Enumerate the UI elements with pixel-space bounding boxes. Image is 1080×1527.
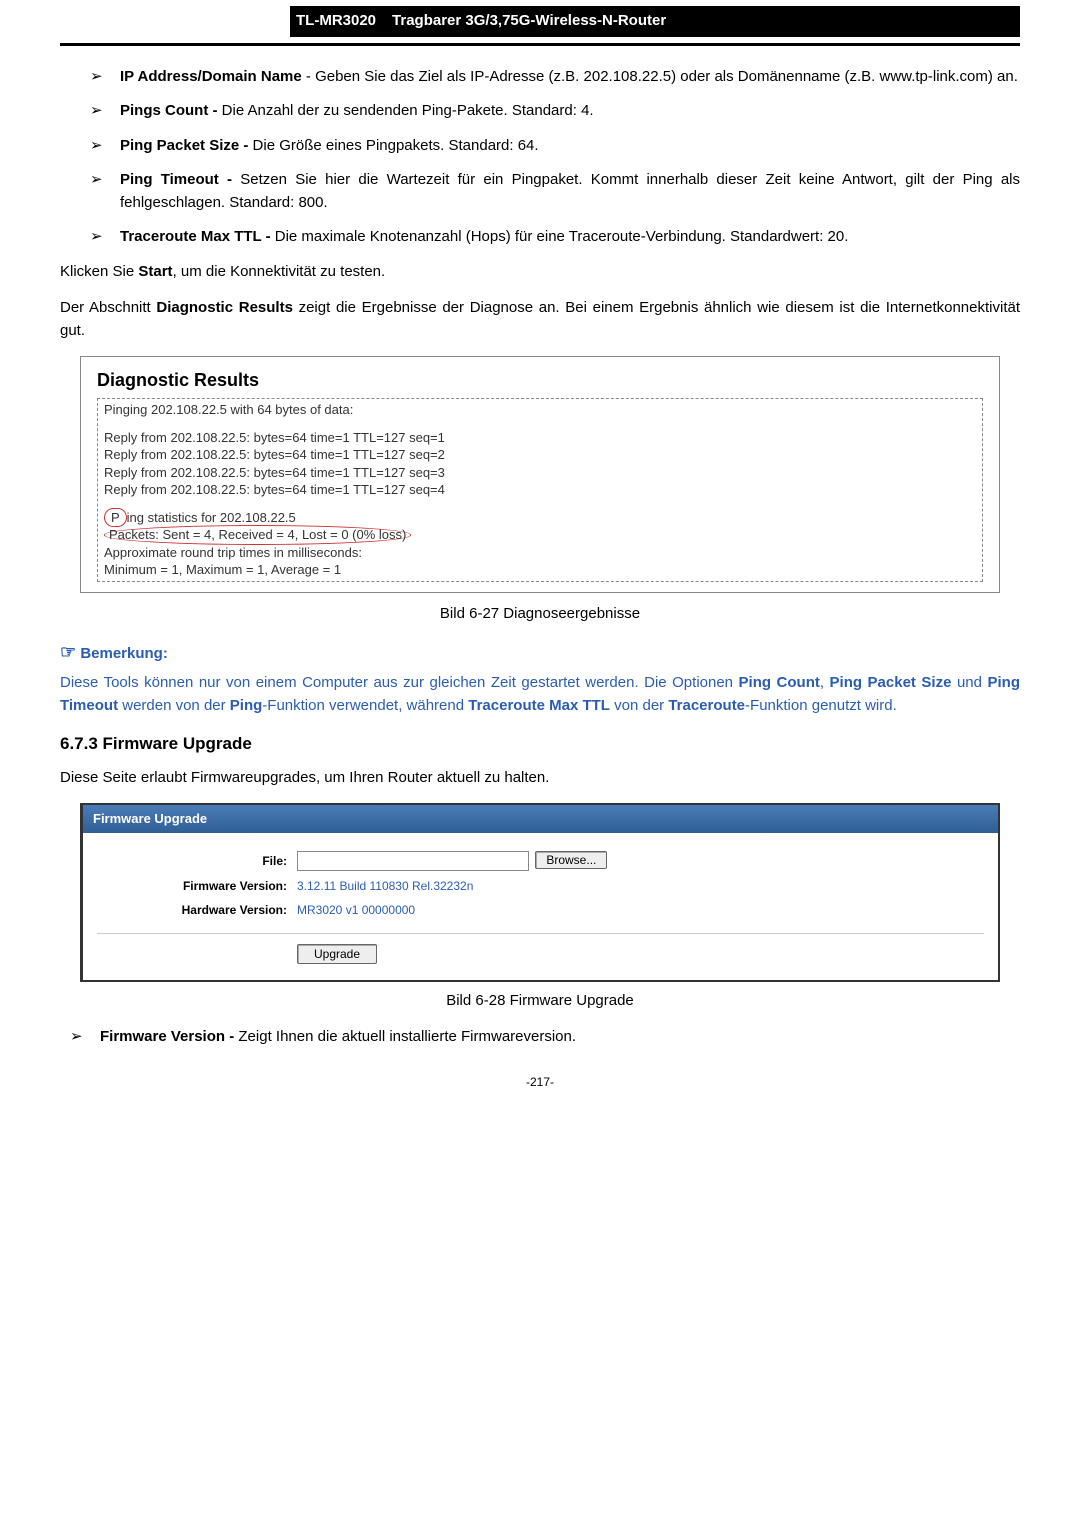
highlight-oval: Packets: Sent = 4, Received = 4, Lost = …	[104, 525, 411, 545]
diag-line: Approximate round trip times in millisec…	[104, 544, 976, 562]
text: -Funktion genutzt wird.	[745, 697, 897, 714]
text: und	[951, 674, 987, 691]
list-item: Ping Timeout - Setzen Sie hier die Warte…	[90, 169, 1020, 214]
diag-line: Reply from 202.108.22.5: bytes=64 time=1…	[104, 481, 976, 499]
paragraph: Klicken Sie Start, um die Konnektivität …	[60, 261, 1020, 284]
figure-caption: Bild 6-28 Firmware Upgrade	[60, 990, 1020, 1013]
list-item: Traceroute Max TTL - Die maximale Knoten…	[90, 226, 1020, 249]
firmware-panel-title: Firmware Upgrade	[83, 805, 998, 833]
pointing-hand-icon: ☞	[60, 642, 76, 662]
highlight-oval: Ping statistics for 202.108.22.5	[104, 508, 127, 528]
term-text: - Geben Sie das Ziel als IP-Adresse (z.B…	[302, 68, 1018, 85]
list-item: Firmware Version - Zeigt Ihnen die aktue…	[70, 1026, 1020, 1049]
term-text: Zeigt Ihnen die aktuell installierte Fir…	[234, 1028, 576, 1045]
bold-text: Ping Packet Size	[830, 674, 952, 691]
term-text: Die Anzahl der zu sendenden Ping-Pakete.…	[218, 102, 594, 119]
list-item: IP Address/Domain Name - Geben Sie das Z…	[90, 66, 1020, 89]
text: , um die Konnektivität zu testen.	[173, 263, 386, 280]
term-text: Die maximale Knotenanzahl (Hops) für ein…	[271, 228, 849, 245]
paragraph: Der Abschnitt Diagnostic Results zeigt d…	[60, 297, 1020, 342]
diag-stats-highlight: Ping statistics for 202.108.22.5 ing sta…	[104, 509, 976, 544]
page-number: -217-	[60, 1073, 1020, 1091]
note-label: Bemerkung:	[80, 645, 168, 662]
text: von der	[610, 697, 668, 714]
text: werden von der	[118, 697, 230, 714]
list-item: Ping Packet Size - Die Größe eines Pingp…	[90, 135, 1020, 158]
upgrade-button[interactable]: Upgrade	[297, 944, 377, 964]
firmware-version-value: 3.12.11 Build 110830 Rel.32232n	[297, 877, 473, 895]
text: ,	[820, 674, 830, 691]
diag-line: Reply from 202.108.22.5: bytes=64 time=1…	[104, 429, 976, 447]
text: Klicken Sie	[60, 263, 138, 280]
firmware-upgrade-panel: Firmware Upgrade File: Browse... Firmwar…	[80, 803, 1000, 982]
bold-text: Ping Count	[739, 674, 820, 691]
paragraph: Diese Seite erlaubt Firmwareupgrades, um…	[60, 767, 1020, 790]
term: Ping Packet Size -	[120, 137, 248, 154]
diagnostic-title: Diagnostic Results	[97, 367, 983, 394]
term: Ping Timeout -	[120, 171, 232, 188]
page-header: TL-MR3020 Tragbarer 3G/3,75G-Wireless-N-R…	[60, 0, 1020, 46]
hardware-version-value: MR3020 v1 00000000	[297, 901, 415, 919]
diag-text: P	[109, 527, 118, 542]
bullet-list-1: IP Address/Domain Name - Geben Sie das Z…	[60, 66, 1020, 249]
bold-text: Traceroute Max TTL	[468, 697, 610, 714]
header-subtitle: Tragbarer 3G/3,75G-Wireless-N-Router	[392, 12, 666, 29]
diag-text: ing statistics for 202.108.22.5	[127, 510, 296, 525]
file-row: File: Browse...	[97, 851, 984, 871]
section-heading: 6.7.3 Firmware Upgrade	[60, 731, 1020, 757]
diag-text: P	[111, 510, 120, 525]
file-controls: Browse...	[297, 851, 607, 871]
diag-text: ackets: Sent = 4, Received = 4, Lost = 0…	[118, 527, 407, 542]
bold-text: Diagnostic Results	[156, 299, 293, 316]
browse-button[interactable]: Browse...	[535, 851, 607, 869]
firmware-panel-body: File: Browse... Firmware Version: 3.12.1…	[83, 833, 998, 980]
bold-text: Start	[138, 263, 172, 280]
term-text: Setzen Sie hier die Wartezeit für ein Pi…	[120, 171, 1020, 211]
text: -Funktion verwendet, während	[262, 697, 468, 714]
figure-caption: Bild 6-27 Diagnoseergebnisse	[60, 603, 1020, 626]
bold-text: Ping	[230, 697, 263, 714]
file-label: File:	[97, 852, 297, 870]
diag-line: Reply from 202.108.22.5: bytes=64 time=1…	[104, 464, 976, 482]
header-model: TL-MR3020	[296, 12, 376, 29]
firmware-version-label: Firmware Version:	[97, 877, 297, 895]
header-title: TL-MR3020 Tragbarer 3G/3,75G-Wireless-N-R…	[290, 6, 1020, 37]
term-text: Die Größe eines Pingpakets. Standard: 64…	[248, 137, 538, 154]
note-heading: ☞ Bemerkung:	[60, 639, 1020, 666]
diag-line: Reply from 202.108.22.5: bytes=64 time=1…	[104, 446, 976, 464]
term: Traceroute Max TTL -	[120, 228, 271, 245]
bullet-list-2: Firmware Version - Zeigt Ihnen die aktue…	[60, 1026, 1020, 1049]
diagnostic-results-box: Diagnostic Results Pinging 202.108.22.5 …	[80, 356, 1000, 593]
firmware-version-row: Firmware Version: 3.12.11 Build 110830 R…	[97, 877, 984, 895]
note-body: Diese Tools können nur von einem Compute…	[60, 672, 1020, 717]
term: Pings Count -	[120, 102, 218, 119]
text: Der Abschnitt	[60, 299, 156, 316]
diagnostic-output: Pinging 202.108.22.5 with 64 bytes of da…	[97, 398, 983, 582]
file-input[interactable]	[297, 851, 529, 871]
upgrade-row: Upgrade	[97, 944, 984, 964]
list-item: Pings Count - Die Anzahl der zu sendende…	[90, 100, 1020, 123]
term: Firmware Version -	[100, 1028, 234, 1045]
diag-line: Minimum = 1, Maximum = 1, Average = 1	[104, 561, 976, 579]
term: IP Address/Domain Name	[120, 68, 302, 85]
hardware-version-row: Hardware Version: MR3020 v1 00000000	[97, 901, 984, 919]
diag-line: Pinging 202.108.22.5 with 64 bytes of da…	[104, 401, 976, 419]
hardware-version-label: Hardware Version:	[97, 901, 297, 919]
text: Diese Tools können nur von einem Compute…	[60, 674, 739, 691]
bold-text: Traceroute	[668, 697, 745, 714]
separator	[97, 933, 984, 934]
